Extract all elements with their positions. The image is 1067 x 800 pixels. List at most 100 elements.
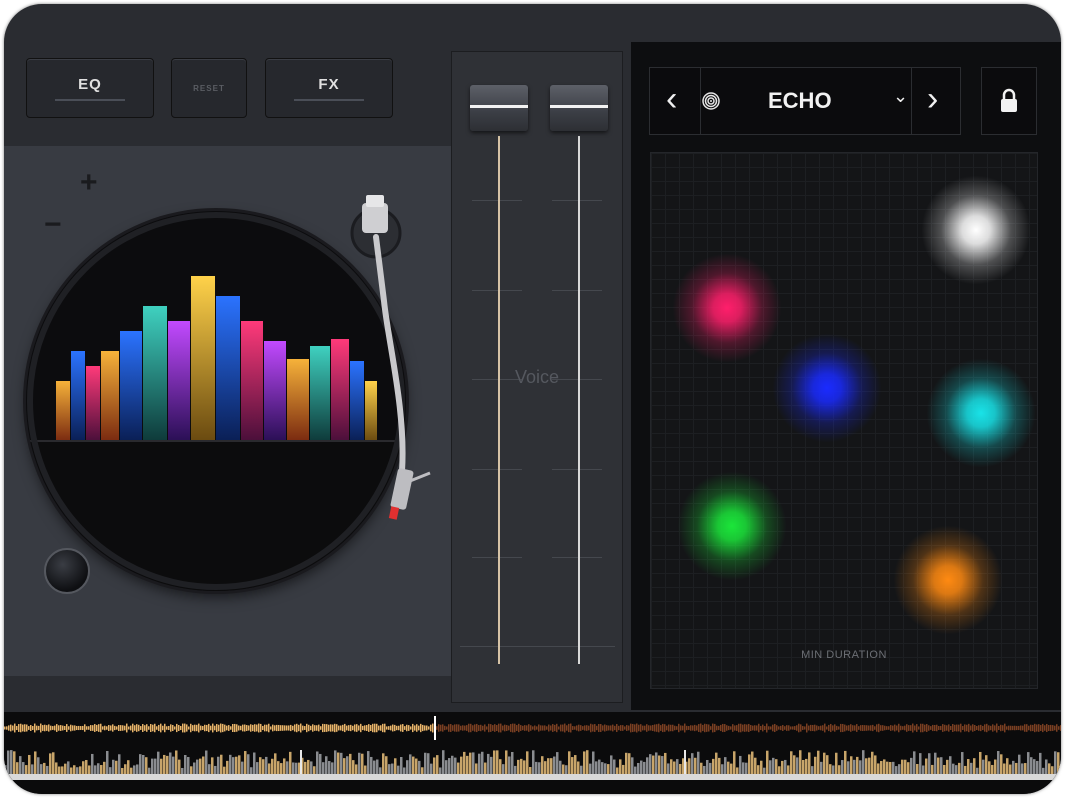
waveform-sample xyxy=(90,725,92,731)
waveform-sample xyxy=(116,726,118,730)
waveform-sample xyxy=(334,723,336,733)
pad-dot-orange[interactable] xyxy=(893,525,1003,635)
waveform-bar xyxy=(91,753,94,774)
zoom-out-button[interactable]: − xyxy=(44,208,62,242)
reset-button[interactable]: RESET xyxy=(171,58,247,118)
waveform-sample xyxy=(398,725,400,731)
waveform-sample xyxy=(986,723,988,733)
right-fader-handle[interactable] xyxy=(550,85,608,131)
waveform-sample xyxy=(380,725,382,731)
waveform-sample xyxy=(718,725,720,731)
left-fader-track[interactable] xyxy=(498,136,500,664)
waveform-sample xyxy=(510,724,512,732)
waveform-bar xyxy=(241,761,244,774)
waveform-sample xyxy=(132,723,134,733)
pad-dot-cyan[interactable] xyxy=(926,358,1036,468)
waveform-bar xyxy=(31,764,34,774)
waveform-bar xyxy=(400,756,403,774)
waveform-bar xyxy=(208,764,211,774)
waveform-bar xyxy=(295,762,298,774)
waveform-sample xyxy=(426,725,428,731)
waveform-sample xyxy=(154,723,156,733)
waveform-sample xyxy=(564,723,566,733)
waveform-bar xyxy=(886,761,889,774)
waveform-bar xyxy=(487,753,490,774)
pad-dot-blue[interactable] xyxy=(772,333,882,443)
waveform-sample xyxy=(888,726,890,730)
start-stop-knob[interactable] xyxy=(44,548,90,594)
waveform-sample xyxy=(676,726,678,730)
waveform-bar xyxy=(895,766,898,774)
waveform-sample xyxy=(914,725,916,731)
pad-dot-white[interactable] xyxy=(921,175,1031,285)
waveform-bar xyxy=(325,756,328,774)
waveform-sample xyxy=(300,723,302,733)
waveform-sample xyxy=(536,726,538,730)
waveform-bar xyxy=(700,762,703,774)
waveform-sample xyxy=(940,725,942,731)
waveform-sample xyxy=(424,725,426,731)
waveform-sample xyxy=(654,724,656,732)
fx-xy-pad[interactable]: MIN DURATION xyxy=(650,152,1038,689)
waveform-sample xyxy=(146,724,148,732)
waveform-bar xyxy=(307,759,310,774)
chevron-left-icon[interactable]: ‹ xyxy=(666,82,677,116)
waveform-bar xyxy=(829,764,832,774)
waveform-sample xyxy=(782,725,784,731)
waveform-bar xyxy=(922,765,925,774)
waveform-bar xyxy=(433,757,436,774)
waveform-sample xyxy=(188,726,190,730)
waveform-sample xyxy=(88,726,90,730)
pad-dot-green[interactable] xyxy=(677,471,787,581)
lock-button[interactable] xyxy=(981,67,1037,135)
waveform-sample xyxy=(770,726,772,730)
waveform-sample xyxy=(648,725,650,731)
eq-button[interactable]: EQ xyxy=(26,58,154,118)
waveform-sample xyxy=(308,724,310,732)
waveform-sample xyxy=(252,724,254,732)
waveform-bar xyxy=(952,763,955,774)
waveform-sample xyxy=(220,723,222,733)
waveform-sample xyxy=(354,724,356,732)
waveform-bar xyxy=(637,762,640,774)
waveform-sample xyxy=(270,726,272,730)
left-fader-handle[interactable] xyxy=(470,85,528,131)
waveform-bar xyxy=(958,762,961,774)
waveform-sample xyxy=(714,723,716,733)
waveform-bar xyxy=(409,754,412,774)
waveform-sample xyxy=(122,725,124,731)
waveform-sample xyxy=(272,724,274,732)
waveform-sample xyxy=(800,724,802,732)
pad-dot-pink[interactable] xyxy=(672,253,782,363)
waveform-bar xyxy=(733,751,736,774)
waveform-sample xyxy=(608,725,610,731)
waveform-sample xyxy=(226,725,228,731)
waveform-sample xyxy=(988,725,990,731)
waveform-bar xyxy=(601,762,604,774)
waveform-bar xyxy=(775,759,778,774)
waveform-sample xyxy=(512,723,514,733)
tonearm-icon[interactable] xyxy=(344,191,434,541)
waveform-sample xyxy=(14,723,16,733)
waveform-sample xyxy=(862,724,864,732)
chevron-right-icon[interactable]: › xyxy=(927,82,938,116)
zoom-in-button[interactable]: + xyxy=(80,166,98,200)
effect-selector[interactable]: ‹ ECHO ⌄ › xyxy=(649,67,961,135)
waveform-sample xyxy=(552,724,554,732)
waveform-sample xyxy=(38,725,40,731)
waveform-sample xyxy=(836,725,838,731)
fx-button[interactable]: FX xyxy=(265,58,393,118)
waveform-bar xyxy=(289,751,292,774)
waveform-sample xyxy=(556,723,558,733)
waveform-sample xyxy=(706,724,708,732)
chevron-down-icon[interactable]: ⌄ xyxy=(893,86,908,107)
waveform-bar xyxy=(211,757,214,774)
waveform-sample xyxy=(80,726,82,730)
right-fader-track[interactable] xyxy=(578,136,580,664)
waveform-overview[interactable] xyxy=(4,712,1061,794)
waveform-bar xyxy=(964,765,967,774)
waveform-sample xyxy=(592,724,594,732)
waveform-sample xyxy=(104,725,106,731)
waveform-bar xyxy=(526,751,529,774)
waveform-bar xyxy=(856,756,859,774)
